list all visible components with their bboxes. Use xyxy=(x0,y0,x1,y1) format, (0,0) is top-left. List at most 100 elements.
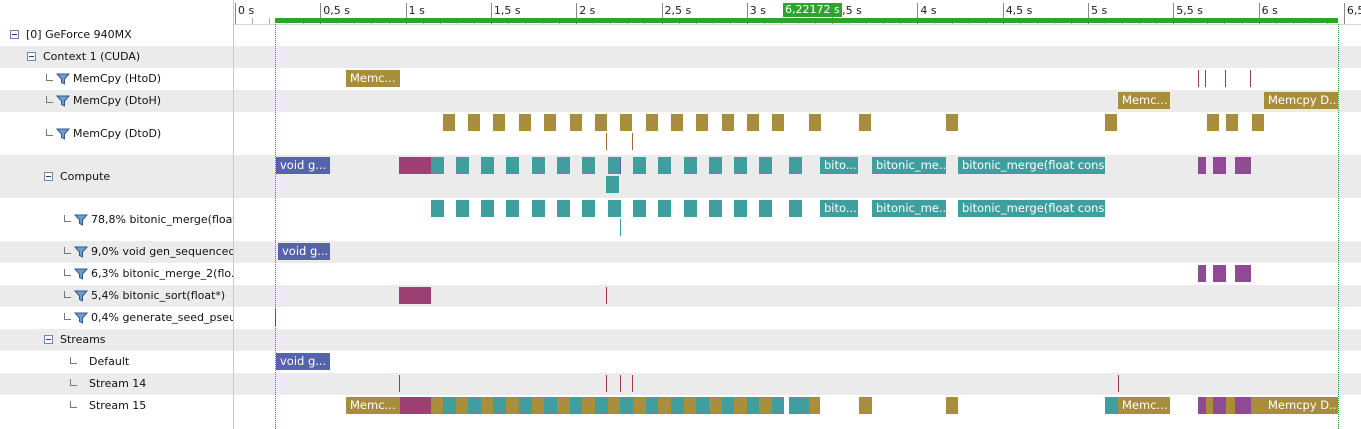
timeline-block[interactable] xyxy=(544,397,557,414)
timeline-block[interactable] xyxy=(481,397,493,414)
timeline-tick-block[interactable] xyxy=(1118,375,1119,392)
timeline-block[interactable] xyxy=(696,397,709,414)
timeline-panel[interactable]: 0 s 0,5 s1 s 1,5 s2 s 2,5 s3 s 3,5 s4 s 4,5 s… xyxy=(234,0,1361,429)
tree-row[interactable]: 9,0% void gen_sequenced... xyxy=(0,241,233,263)
timeline-block[interactable] xyxy=(481,157,494,174)
timeline-tick-block[interactable] xyxy=(1205,70,1206,87)
timeline-tick-block[interactable] xyxy=(1198,70,1199,87)
timeline-block[interactable] xyxy=(506,200,519,217)
timeline-block[interactable] xyxy=(709,157,722,174)
timeline-block[interactable] xyxy=(557,200,570,217)
timeline-block[interactable] xyxy=(608,200,621,217)
timeline-block[interactable] xyxy=(570,114,582,131)
timeline-block[interactable] xyxy=(1105,114,1117,131)
timeline-block[interactable] xyxy=(1226,114,1238,131)
timeline-block[interactable] xyxy=(859,397,872,414)
timeline-tick-block[interactable] xyxy=(606,133,607,150)
timeline-tick-block[interactable] xyxy=(620,219,621,236)
timeline-block[interactable] xyxy=(734,200,747,217)
timeline-block[interactable] xyxy=(468,114,480,131)
timeline-block[interactable] xyxy=(671,397,684,414)
timeline-block[interactable] xyxy=(684,397,696,414)
timeline-block[interactable] xyxy=(1213,157,1226,174)
timeline-block[interactable] xyxy=(1235,157,1251,174)
timeline-block[interactable] xyxy=(506,157,519,174)
timeline-block[interactable]: Memc... xyxy=(1118,92,1170,109)
timeline-block[interactable] xyxy=(519,114,531,131)
timeline-block[interactable] xyxy=(722,397,734,414)
timeline-block[interactable] xyxy=(608,397,620,414)
timeline-block[interactable] xyxy=(1206,397,1213,414)
timeline-block[interactable] xyxy=(431,200,444,217)
timeline-block[interactable] xyxy=(646,397,658,414)
timeline-tick-block[interactable] xyxy=(275,309,276,326)
timeline-block[interactable] xyxy=(1235,397,1251,414)
timeline-block[interactable]: Memcpy D... xyxy=(1264,397,1338,414)
timeline-block[interactable] xyxy=(557,157,570,174)
tree-row[interactable]: Streams xyxy=(0,329,233,351)
timeline-tick-block[interactable] xyxy=(632,133,633,150)
timeline-block[interactable] xyxy=(658,157,671,174)
timeline-block[interactable] xyxy=(620,397,633,414)
timeline-block[interactable] xyxy=(789,157,802,174)
timeline-block[interactable] xyxy=(570,397,582,414)
timeline-block[interactable]: bitonic_merge(float cons... xyxy=(958,157,1105,174)
timeline-block[interactable] xyxy=(519,397,532,414)
timeline-block[interactable] xyxy=(595,114,607,131)
timeline-block[interactable] xyxy=(633,157,646,174)
timeline-block[interactable] xyxy=(789,397,809,414)
timeline-block[interactable] xyxy=(1198,157,1206,174)
collapse-icon[interactable] xyxy=(10,30,19,39)
timeline-block[interactable]: void g... xyxy=(278,243,330,260)
timeline-block[interactable] xyxy=(582,157,595,174)
timeline-block[interactable] xyxy=(809,114,821,131)
timeline-block[interactable] xyxy=(431,157,444,174)
tree-row[interactable]: MemCpy (HtoD) xyxy=(0,68,233,90)
timeline-block[interactable] xyxy=(658,200,671,217)
timeline-tick-block[interactable] xyxy=(606,375,607,392)
timeline-block[interactable] xyxy=(684,200,697,217)
timeline-block[interactable] xyxy=(1198,397,1206,414)
timeline-tick-block[interactable] xyxy=(1250,70,1251,87)
timeline-block[interactable] xyxy=(443,397,456,414)
timeline-block[interactable] xyxy=(646,114,658,131)
timeline-block[interactable]: Memcpy D... xyxy=(1264,92,1338,109)
timeline-tick-block[interactable] xyxy=(620,157,621,174)
timeline-block[interactable] xyxy=(759,397,772,414)
timeline-block[interactable]: Memc... xyxy=(346,70,400,87)
timeline-block[interactable] xyxy=(532,397,544,414)
timeline-block[interactable] xyxy=(544,114,556,131)
tree-row[interactable]: Stream 15 xyxy=(0,395,233,417)
timeline-block[interactable] xyxy=(772,114,784,131)
timeline-block[interactable] xyxy=(557,397,570,414)
timeline-block[interactable]: void g... xyxy=(276,353,330,370)
timeline-block[interactable] xyxy=(684,157,697,174)
timeline-block[interactable] xyxy=(759,157,772,174)
time-ruler[interactable]: 0 s 0,5 s1 s 1,5 s2 s 2,5 s3 s 3,5 s4 s 4,5 s… xyxy=(234,0,1361,25)
timeline-block[interactable] xyxy=(722,114,734,131)
timeline-block[interactable] xyxy=(709,200,722,217)
tree-row[interactable]: Default xyxy=(0,351,233,373)
timeline-block[interactable] xyxy=(1198,265,1206,282)
tree-row[interactable]: MemCpy (DtoD) xyxy=(0,112,233,155)
timeline-block[interactable] xyxy=(506,397,519,414)
tree-row[interactable]: MemCpy (DtoH) xyxy=(0,90,233,112)
timeline-block[interactable] xyxy=(946,397,958,414)
timeline-block[interactable] xyxy=(399,287,431,304)
selection-range-bar[interactable] xyxy=(275,18,1338,23)
timeline-block[interactable] xyxy=(809,397,820,414)
timeline-block[interactable] xyxy=(747,114,759,131)
tree-row[interactable]: 5,4% bitonic_sort(float*) xyxy=(0,285,233,307)
timeline-tick-block[interactable] xyxy=(399,375,400,392)
timeline-block[interactable]: Memc... xyxy=(1118,397,1170,414)
timeline-block[interactable] xyxy=(1213,397,1226,414)
collapse-icon[interactable] xyxy=(27,52,36,61)
timeline-block[interactable] xyxy=(443,114,455,131)
timeline-block[interactable] xyxy=(399,157,431,174)
timeline-tick-block[interactable] xyxy=(1225,70,1226,87)
timeline-block[interactable] xyxy=(1252,114,1264,131)
timeline-block[interactable]: bito... xyxy=(820,200,858,217)
timeline-block[interactable] xyxy=(1105,397,1118,414)
tree-row[interactable]: Compute xyxy=(0,155,233,198)
timeline-block[interactable] xyxy=(709,397,722,414)
